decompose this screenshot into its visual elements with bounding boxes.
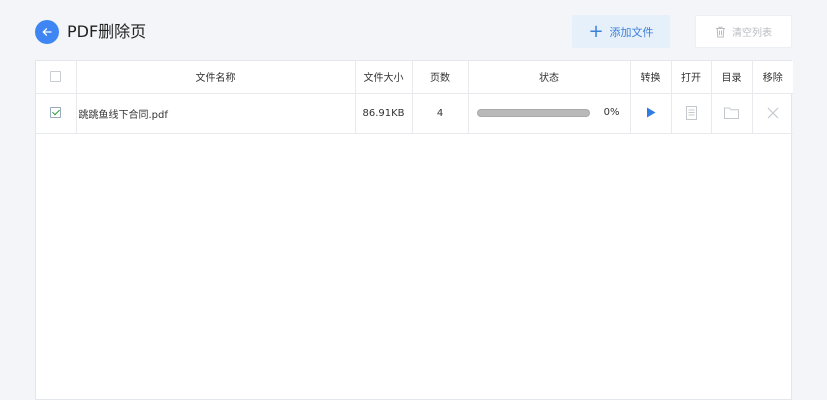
add-file-label: 添加文件 [609,25,654,39]
column-header-open: 打开 [671,61,712,94]
column-header-size: 文件大小 [355,61,413,94]
table-row: 跳跳鱼线下合同.pdf 86.91KB 4 0% [36,93,793,134]
column-header-name: 文件名称 [76,61,356,94]
arrow-left-icon [42,28,52,36]
column-header-convert: 转换 [630,61,672,94]
trash-icon [716,26,725,37]
column-header-remove: 移除 [752,61,793,94]
remove-cell [752,93,793,134]
remove-button[interactable] [767,107,779,119]
clear-list-button[interactable]: 清空列表 [695,15,792,48]
progress-percent: 0% [603,107,620,119]
open-folder-button[interactable] [724,107,739,119]
open-button[interactable] [685,106,697,120]
column-header-folder: 目录 [711,61,753,94]
play-icon [646,107,655,118]
folder-cell [711,93,753,134]
plus-icon: + [588,20,604,42]
close-icon [767,107,779,119]
file-table-container: 文件名称 文件大小 页数 状态 转换 打开 目录 移除 跳跳鱼线下合同.pdf … [35,60,793,400]
header-select-all[interactable] [36,61,77,94]
page-title: PDF删除页 [67,22,147,41]
table-header-row: 文件名称 文件大小 页数 状态 转换 打开 目录 移除 [36,61,793,94]
progress-bar [476,108,590,117]
header: PDF删除页 + 添加文件 清空列表 [0,0,827,60]
add-file-button[interactable]: + 添加文件 [572,15,670,48]
file-table: 文件名称 文件大小 页数 状态 转换 打开 目录 移除 跳跳鱼线下合同.pdf … [36,61,793,134]
document-icon [685,106,697,120]
select-all-checkbox[interactable] [50,71,62,82]
status-cell: 0% [468,93,631,134]
convert-button[interactable] [646,107,656,118]
open-cell [671,93,712,134]
back-button[interactable] [35,20,59,44]
page-count: 4 [412,93,469,134]
folder-icon [724,107,739,119]
row-checkbox[interactable] [50,107,62,119]
file-name: 跳跳鱼线下合同.pdf [76,93,356,134]
convert-cell [630,93,672,134]
clear-list-label: 清空列表 [732,28,772,39]
column-header-pages: 页数 [412,61,469,94]
file-size: 86.91KB [355,93,413,134]
column-header-status: 状态 [468,61,631,94]
row-select-cell[interactable] [36,93,77,134]
